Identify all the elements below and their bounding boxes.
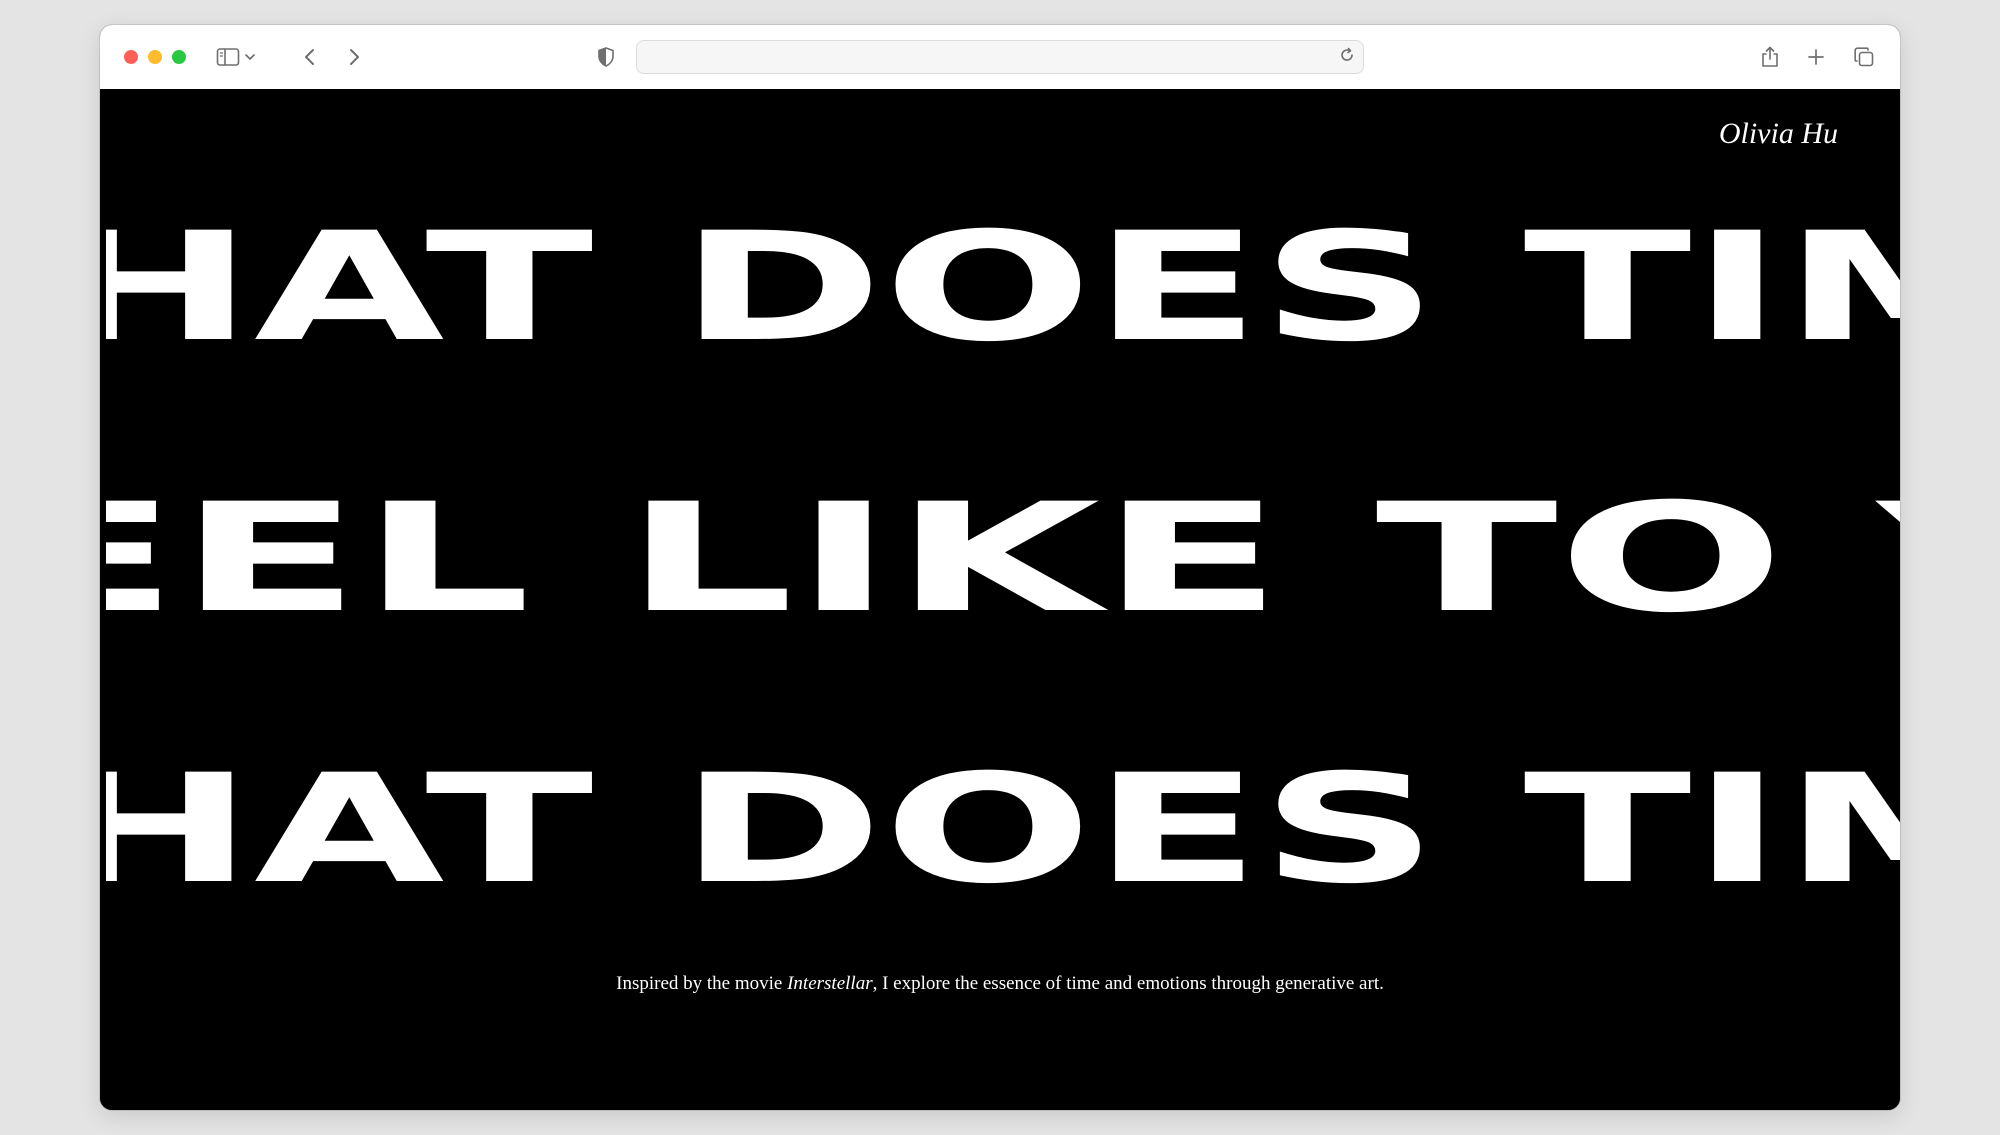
sidebar-icon bbox=[216, 47, 240, 67]
close-window-button[interactable] bbox=[124, 50, 138, 64]
marquee-row-1: HAT DOES TIM bbox=[106, 215, 1900, 347]
tab-overview-icon bbox=[1853, 46, 1875, 68]
caption-before: Inspired by the movie bbox=[616, 973, 788, 994]
caption-after: , I explore the essence of time and emot… bbox=[872, 973, 1384, 994]
plus-icon bbox=[1806, 47, 1826, 67]
marquee-text-2: EEL LIKE TO Y bbox=[106, 486, 1900, 618]
new-tab-button[interactable] bbox=[1800, 41, 1832, 73]
share-icon bbox=[1760, 45, 1780, 69]
author-name[interactable]: Olivia Hu bbox=[1719, 117, 1838, 151]
share-button[interactable] bbox=[1754, 41, 1786, 73]
browser-toolbar bbox=[100, 25, 1900, 90]
marquee-row-2: EEL LIKE TO Y bbox=[106, 486, 1900, 618]
sidebar-menu-button[interactable] bbox=[240, 41, 260, 73]
caption-movie-title: Interstellar bbox=[787, 973, 873, 994]
forward-button[interactable] bbox=[338, 41, 370, 73]
marquee-text-3: HAT DOES TIM bbox=[106, 757, 1900, 889]
chevron-right-icon bbox=[346, 47, 362, 67]
zoom-window-button[interactable] bbox=[172, 50, 186, 64]
shield-icon bbox=[596, 46, 616, 68]
address-bar[interactable] bbox=[636, 40, 1364, 74]
chevron-down-icon bbox=[244, 52, 256, 62]
privacy-report-button[interactable] bbox=[590, 41, 622, 73]
marquee-row-3: HAT DOES TIM bbox=[106, 757, 1900, 889]
chevron-left-icon bbox=[302, 47, 318, 67]
tab-overview-button[interactable] bbox=[1848, 41, 1880, 73]
minimize-window-button[interactable] bbox=[148, 50, 162, 64]
reload-button[interactable] bbox=[1337, 47, 1357, 67]
intro-caption: Inspired by the movie Interstellar, I ex… bbox=[100, 973, 1900, 995]
browser-window: Olivia Hu HAT DOES TIM EEL LIKE TO Y HAT… bbox=[100, 25, 1900, 1110]
marquee-text-1: HAT DOES TIM bbox=[106, 215, 1900, 347]
page-content: Olivia Hu HAT DOES TIM EEL LIKE TO Y HAT… bbox=[100, 89, 1900, 1110]
reload-icon bbox=[1338, 46, 1356, 69]
back-button[interactable] bbox=[294, 41, 326, 73]
